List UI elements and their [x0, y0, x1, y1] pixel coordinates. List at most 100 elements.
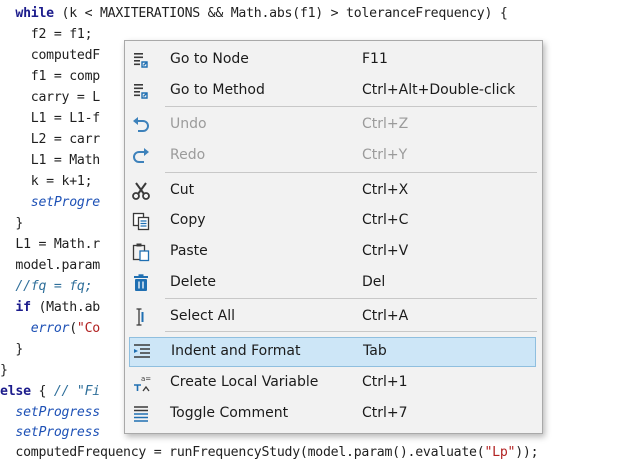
code-token: setProgress	[15, 425, 100, 440]
menu-item-redo[interactable]: Redo Ctrl+Y	[125, 141, 542, 171]
menu-item-delete[interactable]: Delete Del	[125, 268, 542, 298]
code-line[interactable]: setProgre	[0, 192, 100, 213]
code-line[interactable]: while (k < MAXITERATIONS && Math.abs(f1)…	[0, 3, 508, 24]
menu-item-cut[interactable]: Cut Ctrl+X	[125, 176, 542, 206]
code-line[interactable]: L1 = L1-f	[0, 108, 100, 129]
select-all-icon	[131, 307, 151, 327]
menu-item-label: Undo	[170, 116, 207, 132]
menu-item-shortcut: Ctrl+Alt+Double-click	[362, 82, 516, 98]
code-line[interactable]: }	[0, 339, 23, 360]
code-line[interactable]: L1 = Math	[0, 150, 100, 171]
code-token: if	[15, 300, 31, 315]
context-menu: Go to Node F11 Go to Method Ctrl+Alt+Double…	[124, 40, 543, 434]
menu-item-label: Toggle Comment	[170, 405, 289, 421]
menu-item-go-to-node[interactable]: Go to Node F11	[125, 45, 542, 75]
code-token: ));	[515, 445, 539, 460]
menu-item-shortcut: Ctrl+Y	[362, 147, 408, 163]
paste-icon	[131, 242, 151, 262]
code-token: (k < MAXITERATIONS && Math.abs(f1) > tol…	[53, 6, 508, 21]
menu-item-label: Go to Method	[170, 82, 265, 98]
menu-item-shortcut: Ctrl+Z	[362, 116, 409, 132]
code-token: // "Fi	[53, 384, 100, 399]
menu-item-toggle-comment[interactable]: Toggle Comment Ctrl+7	[125, 399, 542, 429]
menu-item-label: Paste	[170, 243, 208, 259]
menu-item-undo[interactable]: Undo Ctrl+Z	[125, 110, 542, 140]
code-line[interactable]: model.param	[0, 255, 100, 276]
code-token: }	[0, 363, 8, 378]
code-token: (Math.ab	[30, 300, 100, 315]
code-line[interactable]: carry = L	[0, 87, 100, 108]
code-line[interactable]: }	[0, 213, 23, 234]
menu-item-label: Go to Node	[170, 51, 249, 67]
code-token: error	[30, 321, 70, 336]
code-line[interactable]: if (Math.ab	[0, 297, 100, 318]
menu-item-label: Copy	[170, 212, 206, 228]
code-line[interactable]: setProgress	[0, 402, 100, 423]
code-line[interactable]: f2 = f1;	[0, 24, 93, 45]
code-line[interactable]: else { // "Fi	[0, 381, 100, 402]
menu-item-label: Indent and Format	[171, 343, 301, 359]
code-line[interactable]: setProgress	[0, 422, 100, 443]
code-token: }	[0, 216, 24, 231]
code-line[interactable]: }	[0, 360, 8, 381]
code-token: L1 = Math	[0, 153, 100, 168]
menu-item-shortcut: Del	[362, 274, 386, 290]
go-to-node-icon	[131, 50, 151, 70]
menu-item-paste[interactable]: Paste Ctrl+V	[125, 237, 542, 267]
svg-text:a=: a=	[141, 375, 151, 383]
code-line[interactable]: //fq = fq;	[0, 276, 92, 297]
toggle-comment-icon	[131, 404, 151, 424]
code-token: k = k+1;	[0, 174, 93, 189]
code-line[interactable]: computedF	[0, 45, 100, 66]
code-token: "Co	[76, 321, 100, 336]
menu-item-create-local-variable[interactable]: a= Create Local Variable Ctrl+1	[125, 368, 542, 398]
code-token: setProgress	[15, 405, 100, 420]
code-token: computedFrequency = runFrequencyStudy(mo…	[0, 445, 485, 460]
code-line[interactable]: k = k+1;	[0, 171, 93, 192]
go-to-method-icon	[131, 81, 151, 101]
menu-separator	[165, 331, 537, 332]
menu-item-label: Redo	[170, 147, 206, 163]
code-token: while	[15, 6, 54, 21]
menu-item-shortcut: F11	[362, 51, 388, 67]
code-line[interactable]: computedFrequency = runFrequencyStudy(mo…	[0, 442, 538, 463]
code-token: carry = L	[0, 90, 100, 105]
local-variable-icon: a=	[131, 373, 151, 393]
menu-item-shortcut: Ctrl+X	[362, 182, 409, 198]
code-line[interactable]: L2 = carr	[0, 129, 100, 150]
menu-separator	[165, 298, 537, 299]
menu-item-shortcut: Ctrl+1	[362, 374, 408, 390]
code-line[interactable]: f1 = comp	[0, 66, 100, 87]
code-token: L2 = carr	[0, 132, 100, 147]
menu-item-copy[interactable]: Copy Ctrl+C	[125, 206, 542, 236]
code-token: f2 = f1;	[0, 27, 93, 42]
code-token: else	[0, 384, 31, 399]
code-token: model.param	[0, 258, 100, 273]
code-token: //fq = fq;	[15, 279, 93, 294]
menu-item-shortcut: Ctrl+7	[362, 405, 408, 421]
code-token: L1 = Math.r	[0, 237, 100, 252]
menu-item-shortcut: Tab	[363, 343, 387, 359]
copy-icon	[131, 211, 151, 231]
code-token: }	[0, 342, 24, 357]
scissors-icon	[131, 181, 151, 201]
menu-item-shortcut: Ctrl+A	[362, 308, 409, 324]
menu-item-select-all[interactable]: Select All Ctrl+A	[125, 302, 542, 332]
menu-separator	[165, 172, 537, 173]
code-token: L1 = L1-f	[0, 111, 100, 126]
menu-item-label: Delete	[170, 274, 216, 290]
menu-item-go-to-method[interactable]: Go to Method Ctrl+Alt+Double-click	[125, 76, 542, 106]
code-token: (	[69, 321, 77, 336]
undo-icon	[131, 115, 151, 135]
menu-item-shortcut: Ctrl+C	[362, 212, 409, 228]
menu-item-label: Select All	[170, 308, 235, 324]
menu-item-label: Cut	[170, 182, 195, 198]
menu-item-indent-and-format[interactable]: Indent and Format Tab	[129, 337, 536, 367]
code-token: computedF	[0, 48, 100, 63]
code-token: f1 = comp	[0, 69, 100, 84]
